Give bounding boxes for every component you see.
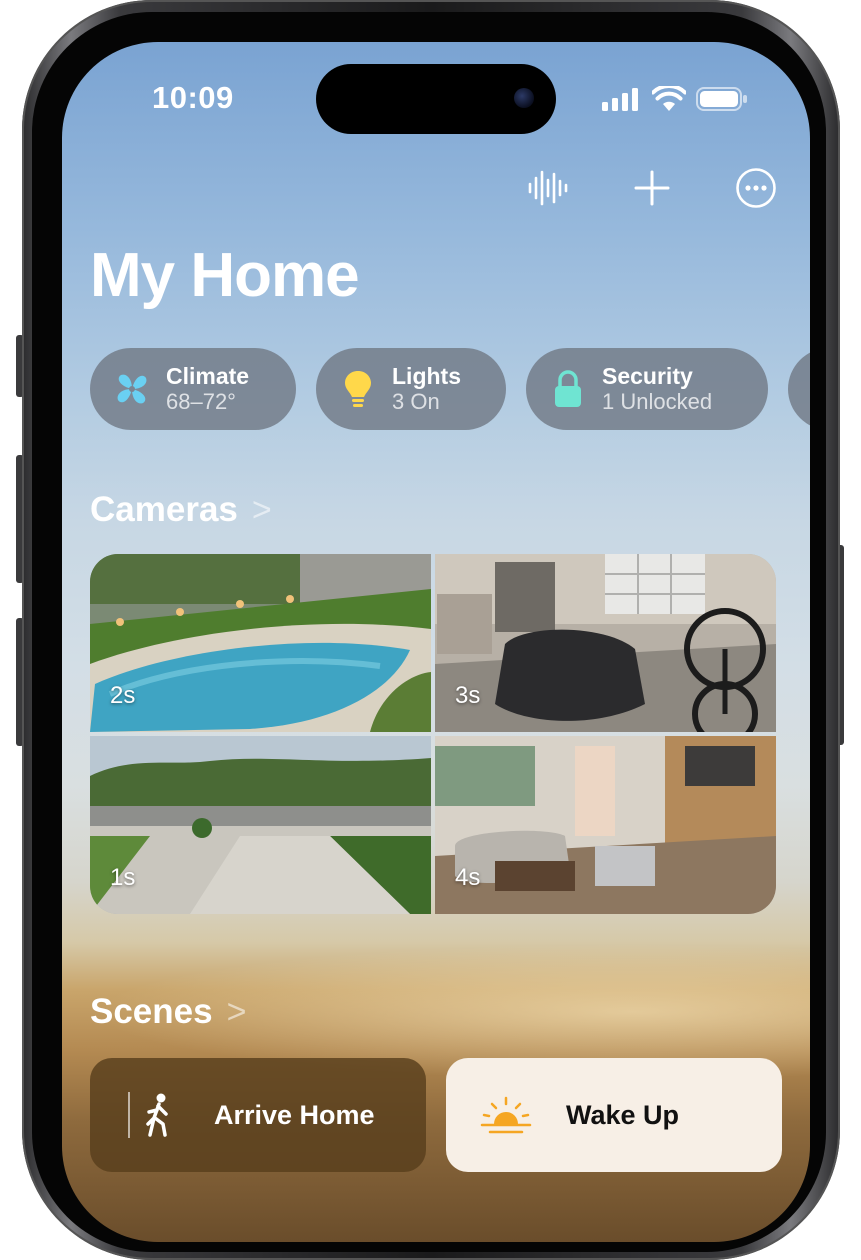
scene-label: Arrive Home [214, 1099, 375, 1130]
category-climate[interactable]: Climate 68–72° [90, 348, 296, 430]
status-icons [602, 86, 748, 112]
scenes-title: Scenes [90, 992, 213, 1031]
dynamic-island [316, 64, 556, 134]
scene-arrive-home[interactable]: Arrive Home [90, 1058, 426, 1172]
camera-age: 1s [110, 864, 136, 891]
category-pills: Climate 68–72° Lights 3 On Security 1 Un… [90, 348, 810, 430]
cellular-signal-icon [602, 88, 638, 111]
scene-wake-up[interactable]: Wake Up [446, 1058, 782, 1172]
cameras-title: Cameras [90, 490, 238, 529]
camera-age: 3s [455, 682, 481, 709]
cameras-header[interactable]: Cameras > [90, 490, 272, 530]
camera-age: 4s [455, 864, 481, 891]
camera-feed-living-room[interactable]: 4s [435, 736, 776, 914]
camera-feed-garage[interactable]: 3s [435, 554, 776, 732]
category-title: Security [602, 363, 693, 389]
page-title: My Home [90, 241, 360, 310]
category-security[interactable]: Security 1 Unlocked [526, 348, 768, 430]
sunrise-icon [480, 1096, 532, 1134]
battery-icon [696, 87, 747, 111]
camera-feed-pool[interactable]: 2s [90, 554, 431, 732]
category-subtitle: 68–72° [166, 389, 236, 414]
more-ellipsis-circle-icon[interactable] [732, 164, 780, 212]
chevron-right-icon: > [251, 490, 272, 529]
camera-age: 2s [110, 682, 136, 709]
scenes-header[interactable]: Scenes > [90, 992, 246, 1032]
wifi-icon [652, 86, 686, 111]
lightbulb-icon [338, 369, 378, 409]
lock-icon [548, 369, 588, 409]
category-subtitle: 1 Unlocked [602, 389, 713, 414]
camera-feed-driveway[interactable]: 1s [90, 736, 431, 914]
intercom-waveform-icon[interactable] [524, 164, 572, 212]
category-subtitle: 3 On [392, 389, 440, 414]
category-next-partial[interactable] [788, 348, 810, 430]
camera-grid: 2s 3s 1s 4s [90, 554, 776, 914]
scene-label: Wake Up [566, 1099, 680, 1130]
person-walking-icon [146, 1093, 168, 1137]
add-plus-icon[interactable] [628, 164, 676, 212]
home-app-screen: 10:09 My Home Climate 68–72° Lights 3 On… [62, 42, 810, 1242]
front-camera [514, 88, 534, 108]
category-title: Climate [166, 363, 250, 389]
chevron-right-icon: > [226, 992, 247, 1031]
status-time: 10:09 [152, 80, 234, 115]
category-title: Lights [392, 363, 461, 389]
toolbar [62, 164, 810, 214]
category-lights[interactable]: Lights 3 On [316, 348, 506, 430]
fan-icon [112, 369, 152, 409]
